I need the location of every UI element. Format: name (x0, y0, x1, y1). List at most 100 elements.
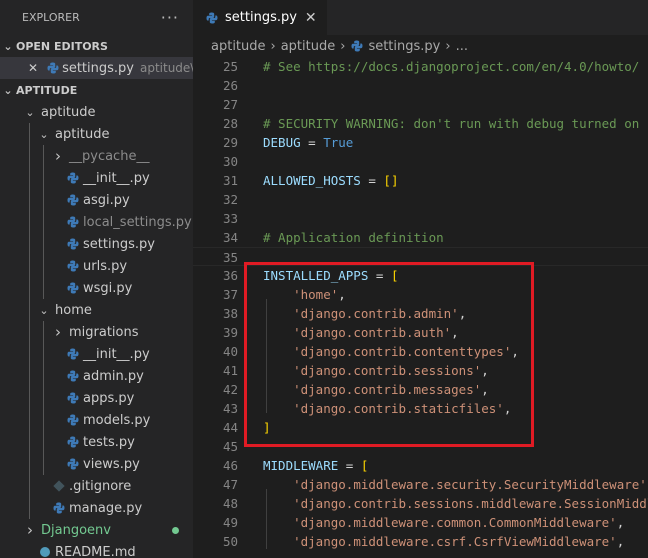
code-line: 25 # See https://docs.djangoproject.com/e… (193, 57, 648, 76)
tree-item[interactable]: local_settings.py (0, 211, 193, 233)
tree-item[interactable]: asgi.py (0, 189, 193, 211)
tab-settings-py[interactable]: settings.py ✕ (193, 0, 327, 35)
line-number: 46 (222, 458, 238, 473)
open-editor-name: settings.py (62, 60, 134, 76)
tree-indent-guide (43, 255, 44, 277)
code-text: MIDDLEWARE = [ (238, 456, 368, 475)
tree-item[interactable]: views.py (0, 453, 193, 475)
tree-item[interactable]: › Djangoenv (0, 519, 193, 541)
more-actions-icon[interactable]: ··· (161, 8, 179, 27)
tree-indent-guide (43, 321, 44, 343)
code-line: 29 DEBUG = True (193, 133, 648, 152)
close-icon[interactable]: ✕ (305, 10, 317, 26)
code-token: # Application definition (263, 230, 444, 245)
open-editor-item[interactable]: ✕ settings.py aptitude\... (0, 57, 193, 79)
tree-item[interactable]: manage.py (0, 497, 193, 519)
line-number: 37 (222, 287, 238, 302)
code-line: 49 'django.middleware.common.CommonMiddl… (193, 513, 648, 532)
tree-indent-guide (43, 145, 44, 167)
python-file-icon (205, 11, 219, 25)
tree-item[interactable]: admin.py (0, 365, 193, 387)
line-number: 41 (222, 363, 238, 378)
tree-indent-guide (43, 453, 44, 475)
line-number: 32 (222, 192, 238, 207)
tree-indent-guide (29, 211, 30, 233)
tree-item[interactable]: apps.py (0, 387, 193, 409)
tree-item[interactable]: __init__.py (0, 167, 193, 189)
code-line: 32 (193, 190, 648, 209)
tree-item-label: apps.py (83, 390, 135, 406)
code-line: 34 # Application definition (193, 228, 648, 247)
code-text: DEBUG = True (238, 133, 353, 152)
project-section[interactable]: ⌄ APTITUDE (0, 79, 193, 101)
code-text: # SECURITY WARNING: don't run with debug… (238, 114, 639, 133)
tree-item[interactable]: ⌄ home (0, 299, 193, 321)
line-number: 27 (222, 97, 238, 112)
code-token: , (616, 515, 625, 530)
breadcrumb-item[interactable]: aptitude (281, 39, 336, 54)
tree-indent-guide (43, 189, 44, 211)
tree-item[interactable]: › __pycache__ (0, 145, 193, 167)
python-file-icon (66, 237, 80, 251)
line-number: 35 (222, 250, 238, 265)
code-text: 'django.middleware.csrf.CsrfViewMiddlewa… (238, 532, 624, 551)
tree-indent-guide (29, 475, 30, 497)
tree-item-label: models.py (83, 412, 151, 428)
close-icon[interactable]: ✕ (28, 61, 38, 75)
tree-indent-guide (29, 255, 30, 277)
tree-item[interactable]: README.md (0, 541, 193, 558)
code-text: 'django.contrib.sessions.middleware.Sess… (238, 494, 648, 513)
tree-item[interactable]: › migrations (0, 321, 193, 343)
breadcrumb-item[interactable]: ... (456, 39, 468, 54)
tree-item[interactable]: models.py (0, 409, 193, 431)
git-file-icon (52, 479, 66, 493)
tree-indent-guide (29, 387, 30, 409)
editor-area: settings.py ✕ aptitude › aptitude › sett… (193, 0, 648, 558)
tree-item-label: wsgi.py (83, 280, 133, 296)
tree-item[interactable]: settings.py (0, 233, 193, 255)
tree-indent-guide (29, 167, 30, 189)
tree-indent-guide (29, 233, 30, 255)
tree-item-label: migrations (69, 324, 139, 340)
code-line: 47 'django.middleware.security.SecurityM… (193, 475, 648, 494)
explorer-sidebar: EXPLORER ··· ⌄ OPEN EDITORS ✕ settings.p… (0, 0, 193, 558)
python-file-icon (52, 501, 66, 515)
line-number: 45 (222, 439, 238, 454)
code-token: 'django.middleware.csrf.CsrfViewMiddlewa… (293, 534, 617, 549)
code-token: True (323, 135, 354, 150)
tree-item[interactable]: __init__.py (0, 343, 193, 365)
tree-item-label: asgi.py (83, 192, 130, 208)
breadcrumb-item[interactable]: settings.py (368, 39, 440, 54)
tree-indent-guide (29, 365, 30, 387)
breadcrumb-item[interactable]: aptitude (211, 39, 266, 54)
tree-item[interactable]: ⌄ aptitude (0, 123, 193, 145)
python-file-icon (66, 391, 80, 405)
python-file-icon (66, 369, 80, 383)
explorer-header: EXPLORER ··· (0, 0, 193, 35)
tree-item[interactable]: ⌄ aptitude (0, 101, 193, 123)
code-token: 'django.contrib.sessions.middleware.Sess… (293, 496, 648, 511)
tree-item-label: __init__.py (83, 170, 150, 186)
code-token: = (338, 458, 361, 473)
line-number: 30 (222, 154, 238, 169)
markdown-file-icon (38, 545, 52, 558)
tree-indent-guide (29, 299, 30, 321)
python-file-icon (66, 259, 80, 273)
tree-item-label: __init__.py (83, 346, 150, 362)
code-text: ALLOWED_HOSTS = [] (238, 171, 398, 190)
tree-item[interactable]: .gitignore (0, 475, 193, 497)
tree-item-label: home (55, 302, 92, 318)
open-editors-section[interactable]: ⌄ OPEN EDITORS (0, 35, 193, 57)
tree-item[interactable]: urls.py (0, 255, 193, 277)
tree-item[interactable]: wsgi.py (0, 277, 193, 299)
tree-indent-guide (43, 277, 44, 299)
chevron-down-icon: ⌄ (25, 105, 35, 119)
tree-item[interactable]: tests.py (0, 431, 193, 453)
code-text: # See https://docs.djangoproject.com/en/… (238, 57, 639, 76)
code-token: MIDDLEWARE (263, 458, 339, 473)
chevron-right-icon: › (27, 521, 33, 539)
python-file-icon (66, 171, 80, 185)
